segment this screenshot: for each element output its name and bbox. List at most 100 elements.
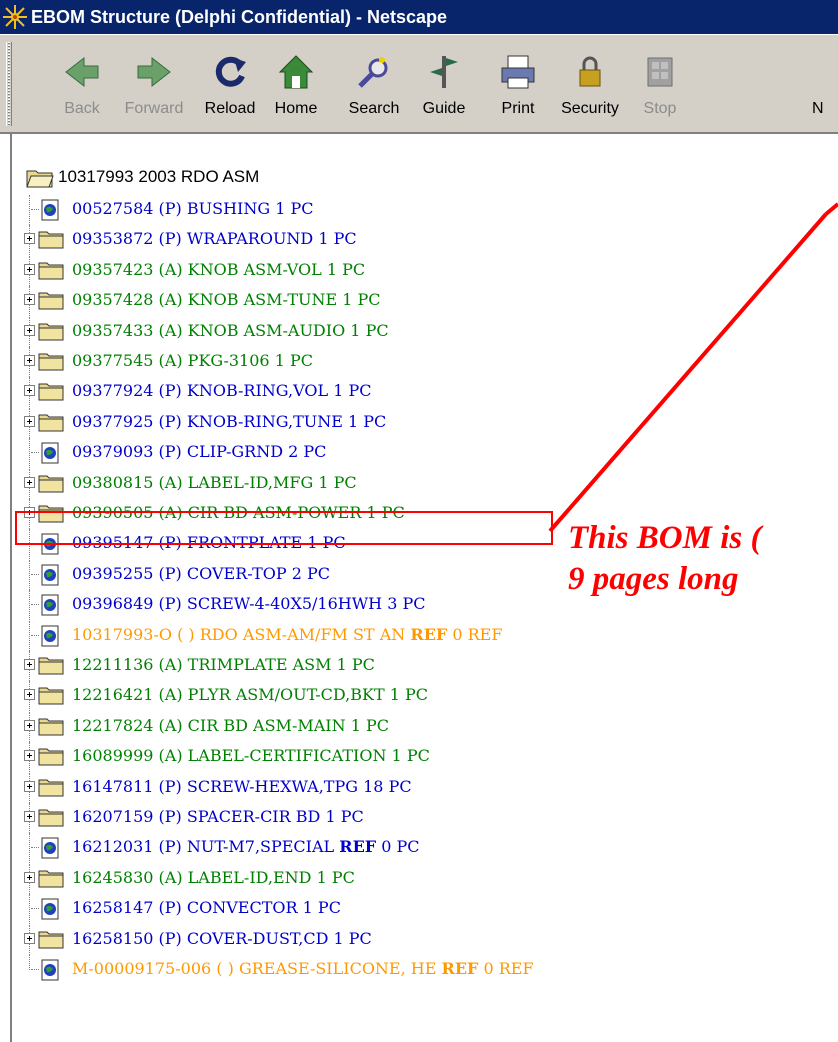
tree-item[interactable]: 16258150 (P) COVER-DUST,CD 1 PC — [12, 925, 812, 955]
expand-toggle-icon[interactable] — [24, 933, 35, 944]
security-lock-icon — [579, 56, 601, 87]
tree-item-label: 16212031 (P) NUT-M7,SPECIAL REF 0 PC — [72, 833, 420, 861]
part-number: 09357423 — [72, 260, 154, 279]
tree-item-label: 10317993-O ( ) RDO ASM-AM/FM ST AN REF 0… — [72, 621, 502, 649]
print-label: Print — [501, 100, 535, 117]
web-page-icon — [41, 199, 59, 221]
tree-item[interactable]: 12217824 (A) CIR BD ASM-MAIN 1 PC — [12, 712, 812, 742]
part-description: PLYR ASM/OUT-CD,BKT — [187, 685, 385, 704]
tree-item[interactable]: 09357433 (A) KNOB ASM-AUDIO 1 PC — [12, 317, 812, 347]
netscape-button[interactable]: N — [800, 44, 838, 126]
part-unit: PC — [317, 898, 341, 917]
tree-item[interactable]: 16212031 (P) NUT-M7,SPECIAL REF 0 PC — [12, 833, 812, 863]
part-number: M-00009175-006 — [72, 959, 212, 978]
back-arrow-icon — [65, 56, 99, 88]
forward-arrow-icon — [137, 56, 171, 88]
part-type: (P) — [158, 412, 182, 431]
tree-item[interactable]: 09357428 (A) KNOB ASM-TUNE 1 PC — [12, 286, 812, 316]
part-type: (P) — [158, 199, 182, 218]
expand-toggle-icon[interactable] — [24, 689, 35, 700]
print-button[interactable]: Print — [484, 44, 552, 126]
tree-item[interactable]: 09377925 (P) KNOB-RING,TUNE 1 PC — [12, 408, 812, 438]
tree-item[interactable]: 09380815 (A) LABEL-ID,MFG 1 PC — [12, 469, 812, 499]
stop-icon — [647, 57, 673, 87]
tree-item[interactable]: 16207159 (P) SPACER-CIR BD 1 PC — [12, 803, 812, 833]
expand-toggle-icon[interactable] — [24, 720, 35, 731]
window-title: EBOM Structure (Delphi Confidential) - N… — [31, 7, 448, 27]
expand-toggle-icon[interactable] — [24, 264, 35, 275]
part-quantity: 1 — [326, 260, 338, 279]
tree-item[interactable]: 12211136 (A) TRIMPLATE ASM 1 PC — [12, 651, 812, 681]
part-number: 09357428 — [72, 290, 154, 309]
part-unit: PC — [365, 716, 389, 735]
search-button[interactable]: Search — [340, 44, 408, 126]
guide-button[interactable]: Guide — [410, 44, 478, 126]
security-label: Security — [561, 100, 619, 117]
tree-item[interactable]: 16245830 (A) LABEL-ID,END 1 PC — [12, 864, 812, 894]
tree-item[interactable]: 16258147 (P) CONVECTOR 1 PC — [12, 894, 812, 924]
web-page-icon — [41, 625, 59, 647]
security-button[interactable]: Security — [556, 44, 624, 126]
stop-button[interactable]: Stop — [626, 44, 694, 126]
folder-icon — [38, 687, 64, 705]
part-description: KNOB ASM-VOL — [187, 260, 322, 279]
expand-toggle-icon[interactable] — [24, 811, 35, 822]
expand-toggle-icon[interactable] — [24, 659, 35, 670]
open-folder-icon — [26, 170, 54, 188]
part-quantity: 1 — [389, 685, 400, 704]
reload-button[interactable]: Reload — [196, 44, 264, 126]
guide-icon — [430, 56, 458, 88]
part-type: (A) — [158, 290, 183, 309]
tree-root-label: 10317993 2003 RDO ASM — [58, 167, 260, 186]
part-description: CIR BD ASM-MAIN — [187, 716, 346, 735]
tree-item[interactable]: 16089999 (A) LABEL-CERTIFICATION 1 PC — [12, 742, 812, 772]
expand-toggle-icon[interactable] — [24, 385, 35, 396]
part-description: NUT-M7,SPECIAL — [186, 837, 335, 856]
part-quantity: 1 — [302, 898, 313, 917]
expand-toggle-icon[interactable] — [24, 872, 35, 883]
expand-toggle-icon[interactable] — [24, 781, 35, 792]
expand-toggle-icon[interactable] — [24, 750, 35, 761]
part-description: KNOB ASM-AUDIO — [187, 321, 346, 340]
window-titlebar[interactable]: EBOM Structure (Delphi Confidential) - N… — [0, 0, 838, 34]
part-type: (P) — [158, 381, 182, 400]
folder-icon — [38, 718, 64, 736]
part-description: LABEL-ID,MFG — [187, 473, 314, 492]
home-button[interactable]: Home — [262, 44, 330, 126]
tree-item-label: 09353872 (P) WRAPAROUND 1 PC — [72, 225, 357, 253]
part-unit: PC — [290, 199, 314, 218]
part-quantity: 2 — [288, 442, 299, 461]
part-number: 16258147 — [72, 898, 154, 917]
home-label: Home — [274, 100, 318, 117]
tree-item[interactable]: 09377545 (A) PKG-3106 1 PC — [12, 347, 812, 377]
tree-item-label: 12211136 (A) TRIMPLATE ASM 1 PC — [72, 651, 375, 679]
tree-item[interactable]: 00527584 (P) BUSHING 1 PC — [12, 195, 812, 225]
tree-item[interactable]: 10317993-O ( ) RDO ASM-AM/FM ST AN REF 0… — [12, 621, 812, 651]
expand-toggle-icon[interactable] — [24, 477, 35, 488]
part-unit: PC — [351, 655, 375, 674]
tree-item-label: 16207159 (P) SPACER-CIR BD 1 PC — [72, 803, 364, 831]
tree-item[interactable]: 09357423 (A) KNOB ASM-VOL 1 PC — [12, 256, 812, 286]
tree-item[interactable]: 12216421 (A) PLYR ASM/OUT-CD,BKT 1 PC — [12, 681, 812, 711]
annotation-line-2: 9 pages long — [568, 561, 739, 597]
part-quantity: 1 — [275, 199, 286, 218]
tree-item[interactable]: 09379093 (P) CLIP-GRND 2 PC — [12, 438, 812, 468]
back-label: Back — [64, 100, 100, 117]
expand-toggle-icon[interactable] — [24, 325, 35, 336]
part-description: CONVECTOR — [186, 898, 298, 917]
tree-item[interactable]: 09377924 (P) KNOB-RING,VOL 1 PC — [12, 377, 812, 407]
tree-item[interactable]: 16147811 (P) SCREW-HEXWA,TPG 18 PC — [12, 773, 812, 803]
expand-toggle-icon[interactable] — [24, 416, 35, 427]
part-description: KNOB-RING,VOL — [186, 381, 329, 400]
expand-toggle-icon[interactable] — [24, 294, 35, 305]
expand-toggle-icon[interactable] — [24, 355, 35, 366]
tree-item[interactable]: M-00009175-006 ( ) GREASE-SILICONE, HE R… — [12, 955, 812, 985]
part-unit: PC — [402, 594, 426, 613]
forward-button[interactable]: Forward — [120, 44, 188, 126]
back-button[interactable]: Back — [48, 44, 116, 126]
toolbar-grip[interactable] — [6, 42, 12, 126]
tree-item[interactable]: 09353872 (P) WRAPAROUND 1 PC — [12, 225, 812, 255]
part-number: 12216421 — [72, 685, 154, 704]
tree-item-label: 09357433 (A) KNOB ASM-AUDIO 1 PC — [72, 317, 389, 345]
expand-toggle-icon[interactable] — [24, 233, 35, 244]
